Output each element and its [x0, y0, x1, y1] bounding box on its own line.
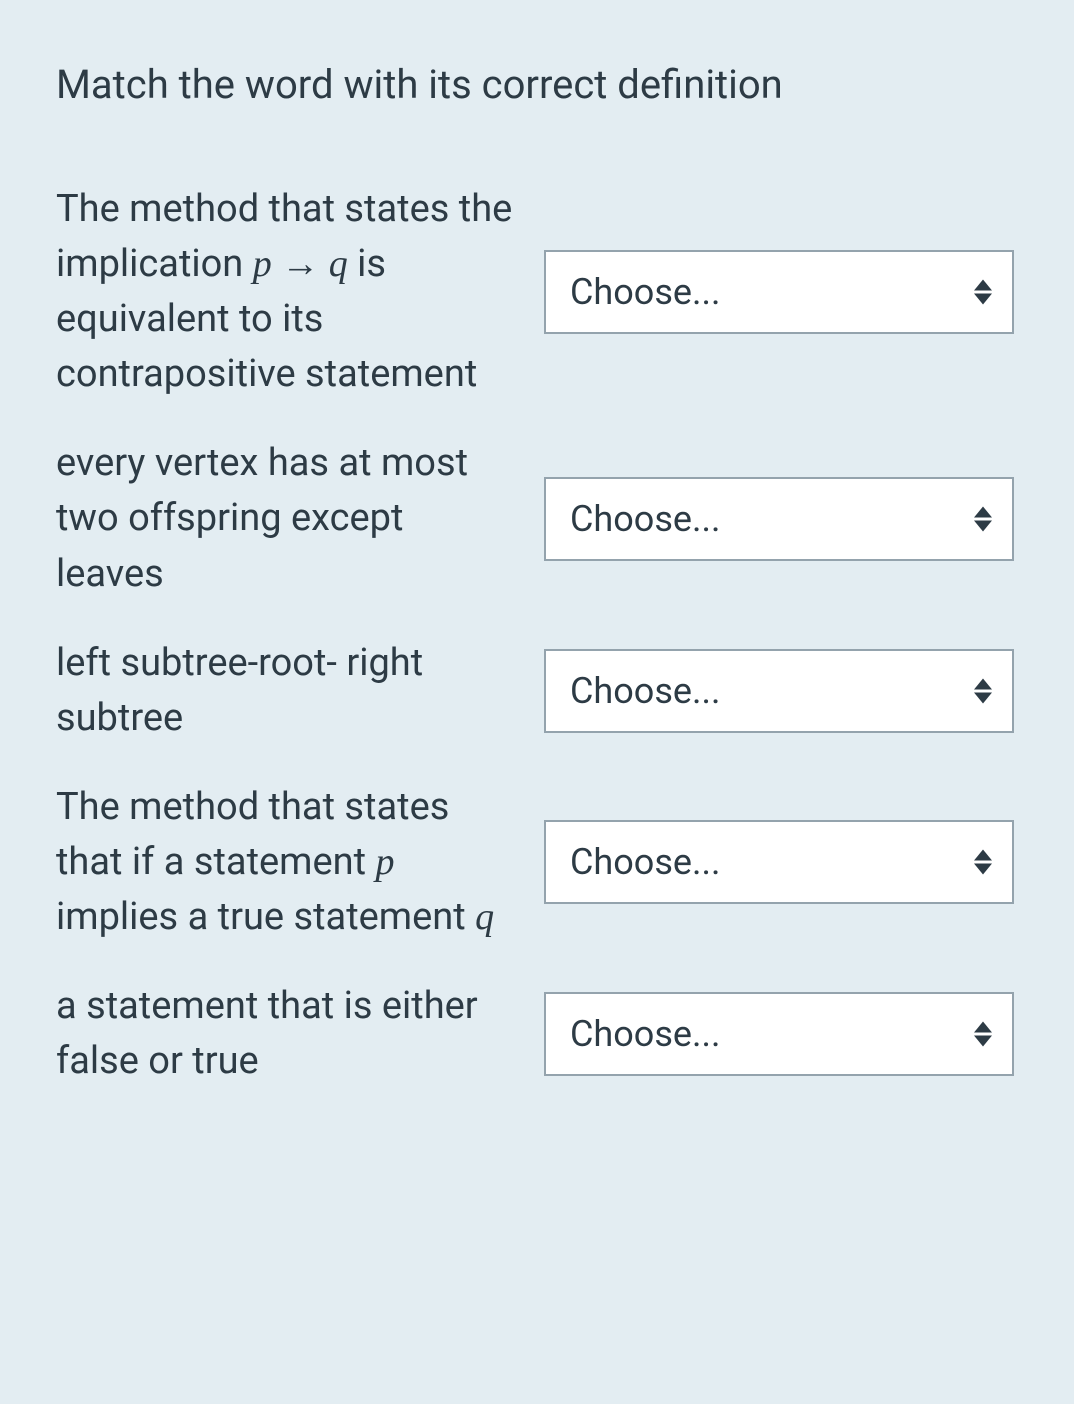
definition-text: every vertex has at most two offspring e…	[56, 436, 516, 601]
match-row: every vertex has at most two offspring e…	[56, 436, 1018, 601]
match-row: The method that states that if a stateme…	[56, 780, 1018, 945]
definition-text: The method that states the implication p…	[56, 182, 516, 402]
answer-select[interactable]: Choose...	[544, 820, 1014, 904]
answer-select-wrap: Choose...	[544, 649, 1014, 733]
matching-question-panel: Match the word with its correct definiti…	[0, 0, 1074, 1404]
definition-text: left subtree-root- right subtree	[56, 636, 516, 746]
match-row: The method that states the implication p…	[56, 182, 1018, 402]
match-row: left subtree-root- right subtree Choose..…	[56, 636, 1018, 746]
match-rows: The method that states the implication p…	[56, 182, 1018, 1089]
question-title: Match the word with its correct definiti…	[56, 58, 1018, 112]
answer-select-wrap: Choose...	[544, 992, 1014, 1076]
answer-select[interactable]: Choose...	[544, 992, 1014, 1076]
match-row: a statement that is either false or true…	[56, 979, 1018, 1089]
answer-select[interactable]: Choose...	[544, 649, 1014, 733]
answer-select-wrap: Choose...	[544, 477, 1014, 561]
answer-select-wrap: Choose...	[544, 820, 1014, 904]
answer-select[interactable]: Choose...	[544, 250, 1014, 334]
answer-select-wrap: Choose...	[544, 250, 1014, 334]
definition-text: The method that states that if a stateme…	[56, 780, 516, 945]
answer-select[interactable]: Choose...	[544, 477, 1014, 561]
definition-text: a statement that is either false or true	[56, 979, 516, 1089]
